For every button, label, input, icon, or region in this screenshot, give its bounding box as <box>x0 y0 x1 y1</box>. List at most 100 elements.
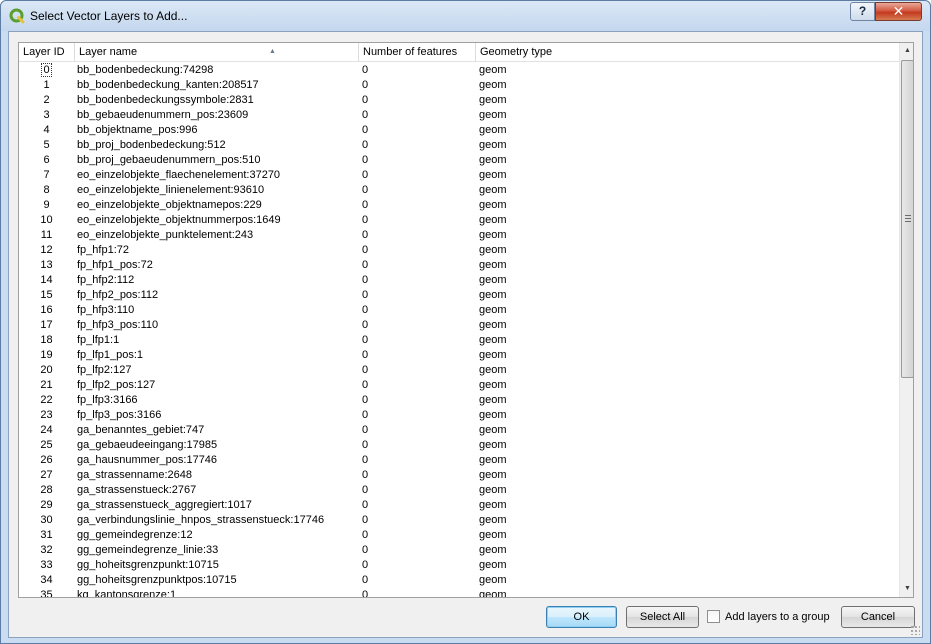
resize-grip-icon[interactable] <box>910 625 920 635</box>
layer-name-cell-text: gg_gemeindegrenze_linie:33 <box>77 544 219 556</box>
table-row[interactable]: 14 fp_hfp2:112 0 geom <box>19 273 899 288</box>
layer-id-cell: 15 <box>19 288 74 303</box>
vertical-scrollbar[interactable]: ▲ ▼ <box>899 43 913 597</box>
table-row[interactable]: 10 eo_einzelobjekte_objektnummerpos:1649 0… <box>19 213 899 228</box>
table-row[interactable]: 22 fp_lfp3:3166 0 geom <box>19 393 899 408</box>
table-row[interactable]: 3 bb_gebaeudenummern_pos:23609 0 geom <box>19 108 899 123</box>
feature-count-cell: 0 <box>362 378 477 393</box>
table-row[interactable]: 1 bb_bodenbedeckung_kanten:208517 0 geom <box>19 78 899 93</box>
table-row[interactable]: 15 fp_hfp2_pos:112 0 geom <box>19 288 899 303</box>
layer-id-cell: 29 <box>19 498 74 513</box>
column-header-geometry-type[interactable]: Geometry type <box>476 43 899 62</box>
table-row[interactable]: 35 kg_kantonsgrenze:1 0 geom <box>19 588 899 598</box>
feature-count-cell-text: 0 <box>362 289 369 301</box>
layer-name-cell: ga_hausnummer_pos:17746 <box>77 453 359 468</box>
table-row[interactable]: 28 ga_strassenstueck:2767 0 geom <box>19 483 899 498</box>
geometry-type-cell-text: geom <box>479 559 507 571</box>
column-header-layer-id[interactable]: Layer ID <box>19 43 75 62</box>
layer-name-cell-text: fp_hfp3:110 <box>77 304 135 316</box>
table-row[interactable]: 5 bb_proj_bodenbedeckung:512 0 geom <box>19 138 899 153</box>
layer-id-cell: 7 <box>19 168 74 183</box>
select-all-button[interactable]: Select All <box>626 606 699 628</box>
feature-count-cell: 0 <box>362 393 477 408</box>
feature-count-cell-text: 0 <box>362 334 369 346</box>
table-row[interactable]: 32 gg_gemeindegrenze_linie:33 0 geom <box>19 543 899 558</box>
layer-id-cell-text: 13 <box>40 259 53 271</box>
layer-name-cell-text: fp_lfp1:1 <box>77 334 120 346</box>
help-button[interactable]: ? <box>850 2 875 21</box>
add-to-group-label[interactable]: Add layers to a group <box>725 610 830 624</box>
table-row[interactable]: 24 ga_benanntes_gebiet:747 0 geom <box>19 423 899 438</box>
geometry-type-cell-text: geom <box>479 589 507 598</box>
table-row[interactable]: 0 bb_bodenbedeckung:74298 0 geom <box>19 63 899 78</box>
table-row[interactable]: 16 fp_hfp3:110 0 geom <box>19 303 899 318</box>
feature-count-cell-text: 0 <box>362 184 369 196</box>
table-row[interactable]: 12 fp_hfp1:72 0 geom <box>19 243 899 258</box>
table-row[interactable]: 18 fp_lfp1:1 0 geom <box>19 333 899 348</box>
table-row[interactable]: 4 bb_objektname_pos:996 0 geom <box>19 123 899 138</box>
scroll-down-icon[interactable]: ▼ <box>900 581 913 597</box>
table-row[interactable]: 25 ga_gebaeudeeingang:17985 0 geom <box>19 438 899 453</box>
table-row[interactable]: 31 gg_gemeindegrenze:12 0 geom <box>19 528 899 543</box>
table-row[interactable]: 27 ga_strassenname:2648 0 geom <box>19 468 899 483</box>
cancel-button[interactable]: Cancel <box>841 606 915 628</box>
table-row[interactable]: 19 fp_lfp1_pos:1 0 geom <box>19 348 899 363</box>
table-row[interactable]: 13 fp_hfp1_pos:72 0 geom <box>19 258 899 273</box>
table-row[interactable]: 21 fp_lfp2_pos:127 0 geom <box>19 378 899 393</box>
scroll-up-icon[interactable]: ▲ <box>900 43 913 59</box>
table-row[interactable]: 17 fp_hfp3_pos:110 0 geom <box>19 318 899 333</box>
feature-count-cell-text: 0 <box>362 229 369 241</box>
layer-id-cell: 28 <box>19 483 74 498</box>
feature-count-cell: 0 <box>362 558 477 573</box>
layer-name-cell-text: ga_hausnummer_pos:17746 <box>77 454 218 466</box>
table-row[interactable]: 6 bb_proj_gebaeudenummern_pos:510 0 geom <box>19 153 899 168</box>
layer-name-cell: gg_hoheitsgrenzpunktpos:10715 <box>77 573 359 588</box>
layer-id-cell: 34 <box>19 573 74 588</box>
table-row[interactable]: 2 bb_bodenbedeckungssymbole:2831 0 geom <box>19 93 899 108</box>
scrollbar-thumb[interactable] <box>901 60 913 378</box>
layer-name-cell: ga_gebaeudeeingang:17985 <box>77 438 359 453</box>
ok-button[interactable]: OK <box>546 606 617 628</box>
geometry-type-cell-text: geom <box>479 214 507 226</box>
add-to-group-checkbox[interactable] <box>707 610 720 623</box>
layer-id-cell: 20 <box>19 363 74 378</box>
layer-name-cell: bb_bodenbedeckung:74298 <box>77 63 359 78</box>
table-row[interactable]: 8 eo_einzelobjekte_linienelement:93610 0 ge… <box>19 183 899 198</box>
geometry-type-cell-text: geom <box>479 484 507 496</box>
close-button[interactable]: ✕ <box>875 2 922 21</box>
table-row[interactable]: 9 eo_einzelobjekte_objektnamepos:229 0 geom <box>19 198 899 213</box>
table-row[interactable]: 34 gg_hoheitsgrenzpunktpos:10715 0 geom <box>19 573 899 588</box>
geometry-type-cell: geom <box>479 393 679 408</box>
layer-id-cell: 35 <box>19 588 74 597</box>
layer-name-cell-text: kg_kantonsgrenze:1 <box>77 589 177 598</box>
table-row[interactable]: 23 fp_lfp3_pos:3166 0 geom <box>19 408 899 423</box>
column-header-layer-name[interactable]: Layer name ▲ <box>75 43 359 62</box>
table-row[interactable]: 26 ga_hausnummer_pos:17746 0 geom <box>19 453 899 468</box>
feature-count-cell: 0 <box>362 213 477 228</box>
geometry-type-cell: geom <box>479 513 679 528</box>
table-row[interactable]: 33 gg_hoheitsgrenzpunkt:10715 0 geom <box>19 558 899 573</box>
layer-name-cell: fp_hfp3:110 <box>77 303 359 318</box>
table-body: 0 bb_bodenbedeckung:74298 0 geom 1 bb_bodenbe… <box>19 63 899 598</box>
table-row[interactable]: 11 eo_einzelobjekte_punktelement:243 0 geom <box>19 228 899 243</box>
geometry-type-cell: geom <box>479 288 679 303</box>
title-bar[interactable]: Select Vector Layers to Add... ? ✕ <box>1 1 930 31</box>
column-header-feature-count[interactable]: Number of features <box>359 43 476 62</box>
geometry-type-cell-text: geom <box>479 454 507 466</box>
geometry-type-cell-text: geom <box>479 439 507 451</box>
layer-id-cell: 10 <box>19 213 74 228</box>
layer-name-cell: gg_gemeindegrenze:12 <box>77 528 359 543</box>
feature-count-cell-text: 0 <box>362 274 369 286</box>
layer-name-cell-text: fp_hfp1:72 <box>77 244 129 256</box>
layer-id-cell: 9 <box>19 198 74 213</box>
feature-count-cell: 0 <box>362 123 477 138</box>
layer-name-cell-text: ga_verbindungslinie_hnpos_strassenstueck… <box>77 514 325 526</box>
layer-name-cell-text: ga_strassenstueck:2767 <box>77 484 197 496</box>
table-row[interactable]: 7 eo_einzelobjekte_flaechenelement:37270 0… <box>19 168 899 183</box>
geometry-type-cell-text: geom <box>479 409 507 421</box>
table-row[interactable]: 20 fp_lfp2:127 0 geom <box>19 363 899 378</box>
table-row[interactable]: 29 ga_strassenstueck_aggregiert:1017 0 geom <box>19 498 899 513</box>
table-row[interactable]: 30 ga_verbindungslinie_hnpos_strassenstue… <box>19 513 899 528</box>
geometry-type-cell: geom <box>479 588 679 598</box>
layer-id-cell-text: 11 <box>40 229 53 241</box>
